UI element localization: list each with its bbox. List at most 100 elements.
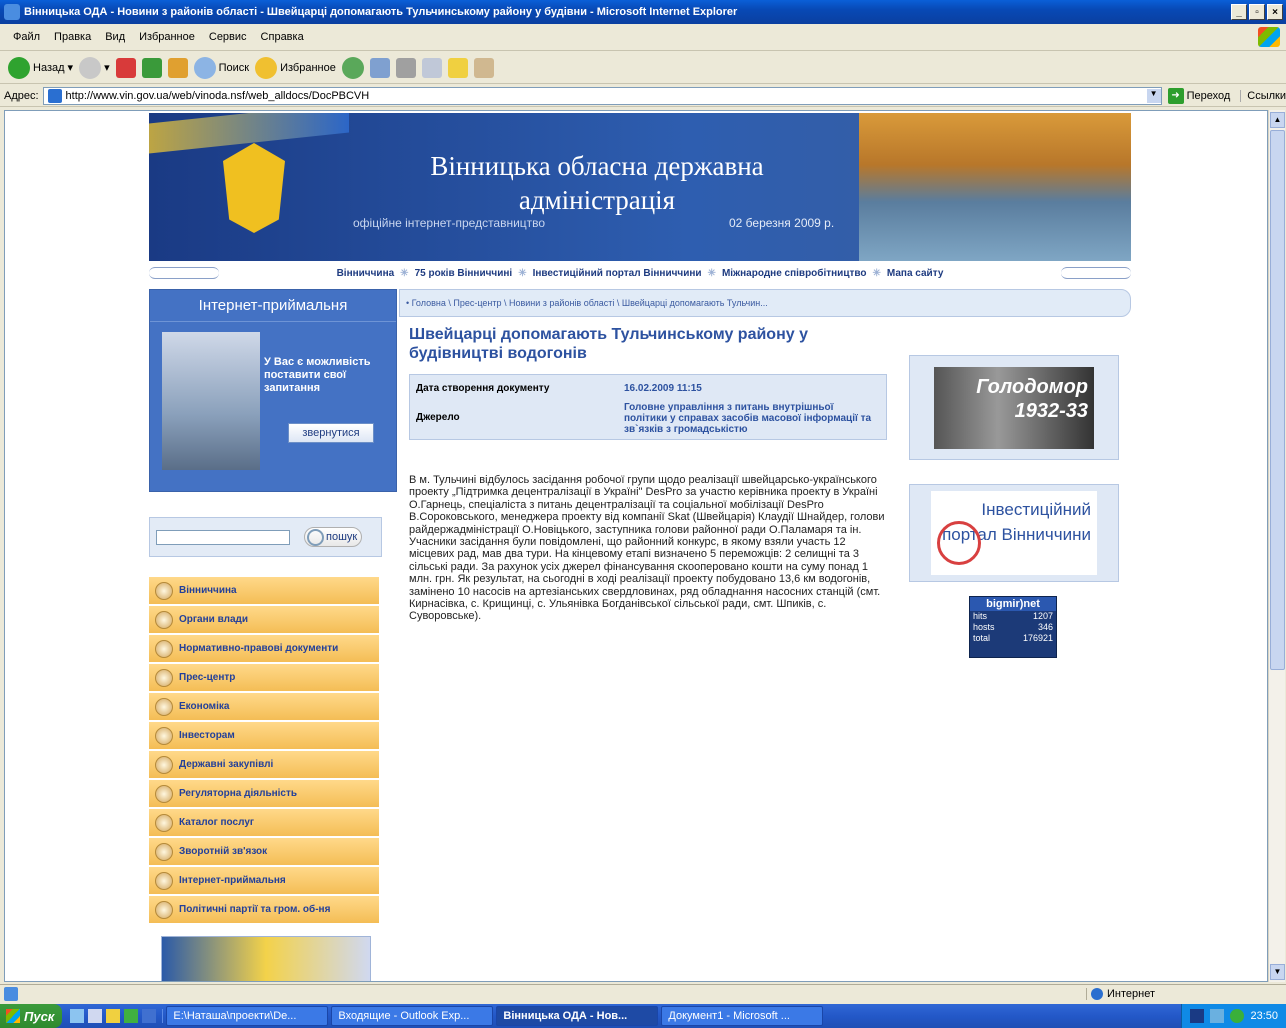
clock: 23:50 [1250,1010,1278,1022]
menu-view[interactable]: Вид [98,31,132,43]
word-launch-icon[interactable] [142,1009,157,1023]
history-icon[interactable] [341,56,364,79]
article-meta: Дата створення документу 16.02.2009 11:1… [409,374,887,440]
save-launch-icon[interactable] [88,1009,103,1023]
stop-icon[interactable] [115,57,136,78]
scroll-thumb[interactable] [1270,130,1285,670]
menu-file[interactable]: Файл [6,31,47,43]
close-button[interactable]: × [1267,4,1283,20]
hearts-logo-icon [937,521,981,565]
investment-portal-banner[interactable]: Інвестиційний портал Вінниччини [909,484,1119,582]
language-icon[interactable] [1190,1009,1205,1023]
scroll-up-arrow[interactable]: ▲ [1270,112,1285,128]
right-column: Голодомор 1932-33 Інвестиційний портал В… [909,355,1119,658]
mail-icon[interactable] [369,57,390,78]
links-button[interactable]: Ссылки [1240,89,1286,102]
menu-item-procurement[interactable]: Державні закупівлі [149,751,379,778]
globe-icon [155,581,173,600]
menu-item-regulatory[interactable]: Регуляторна діяльність [149,780,379,807]
media-launch-icon[interactable] [124,1009,139,1023]
topnav-vinnychchyna[interactable]: Вінниччина [337,268,395,279]
minimize-button[interactable]: _ [1231,4,1247,20]
reception-text: У Вас є можливість поставити свої запита… [264,356,371,394]
menu-item-feedback[interactable]: Зворотній зв'язок [149,838,379,865]
left-column: Інтернет-приймальня У Вас є можливість п… [149,289,397,981]
autumn-lake-photo [859,113,1131,261]
search-button[interactable]: пошук [304,527,362,547]
outlook-launch-icon[interactable] [106,1009,121,1023]
menu-edit[interactable]: Правка [47,31,98,43]
menu-item-vinnychchyna[interactable]: Вінниччина [149,577,379,604]
topnav-investment-portal[interactable]: Інвестиційний портал Вінниччини [533,268,702,279]
research-icon[interactable] [473,57,494,78]
go-button[interactable]: ➜ Переход [1167,87,1230,104]
ornament-right [1061,267,1131,279]
site-search: пошук [149,517,382,557]
edit-icon[interactable] [421,57,442,78]
topnav-sitemap[interactable]: Мапа сайту [887,268,944,279]
start-button[interactable]: Пуск [0,1004,63,1028]
date-label: Дата створення документу [416,383,550,394]
left-menu: Вінниччина Органи влади Нормативно-право… [149,577,379,923]
windows-logo-icon [1258,27,1280,47]
page-viewport[interactable]: Вінницька обласна державна адміністрація… [4,110,1268,982]
antivirus-icon[interactable] [1230,1009,1245,1023]
internet-globe-icon [1091,987,1103,1000]
menu-item-press-center[interactable]: Прес-центр [149,664,379,691]
search-input[interactable] [156,529,290,545]
menu-tools[interactable]: Сервис [202,31,254,43]
menu-item-economy[interactable]: Економіка [149,693,379,720]
menu-item-reception[interactable]: Інтернет-приймальня [149,867,379,894]
folder-icon[interactable] [447,57,468,78]
cart-icon [155,755,173,774]
breadcrumb[interactable]: • Головна \ Прес-центр \ Новини з районі… [399,289,1131,317]
network-icon[interactable] [1210,1009,1225,1023]
back-button[interactable]: Назад ▾ [8,56,73,79]
task-word[interactable]: Документ1 - Microsoft ... [661,1006,824,1026]
ie-launch-icon[interactable] [70,1009,85,1023]
menu-item-services[interactable]: Каталог послуг [149,809,379,836]
address-dropdown[interactable]: ▼ [1146,88,1161,103]
menu-item-parties[interactable]: Політичні партії та гром. об-ня [149,896,379,923]
address-input[interactable]: http://www.vin.gov.ua/web/vinoda.nsf/web… [42,86,1162,105]
coins-icon [155,726,173,745]
at-sign-icon [155,871,173,890]
reception-panel: Інтернет-приймальня У Вас є можливість п… [149,289,397,492]
scroll-down-arrow[interactable]: ▼ [1270,964,1285,980]
refresh-icon[interactable] [141,57,162,78]
task-explorer[interactable]: E:\Наташа\проекти\De... [166,1006,329,1026]
page-icon [47,88,62,103]
counter-hits: 1207 [1032,611,1053,621]
topnav-international[interactable]: Міжнародне співробітництво [722,268,867,279]
home-icon[interactable] [167,57,188,78]
date-value: 16.02.2009 11:15 [624,383,702,394]
article-paragraph-1: В м. Тульчині відбулось засідання робочо… [409,474,885,536]
task-outlook[interactable]: Входящие - Outlook Exp... [331,1006,494,1026]
menu-favorites[interactable]: Избранное [132,31,202,43]
building-icon [155,610,173,629]
holodomor-text: Голодомор 1932-33 [934,366,1094,449]
menu-item-legal-docs[interactable]: Нормативно-правові документи [149,635,379,662]
search-icon [193,56,216,79]
search-button[interactable]: Поиск [193,56,249,79]
windows-flag-icon [6,1009,20,1023]
forward-arrow-icon [79,56,102,79]
president-banner[interactable] [161,936,371,981]
people-icon [155,900,173,919]
maximize-button[interactable]: ▫ [1249,4,1265,20]
menu-item-authorities[interactable]: Органи влади [149,606,379,633]
task-browser[interactable]: Вінницька ОДА - Нов... [496,1006,659,1026]
bigmir-counter[interactable]: bigmir)net hits 1207 hosts 346 total 176921 [969,596,1057,658]
contact-button[interactable]: звернутися [288,423,374,443]
holodomor-banner[interactable]: Голодомор 1932-33 [909,355,1119,460]
favorites-button[interactable]: Избранное [255,56,336,79]
forward-button[interactable]: ▾ [79,56,110,79]
menu-item-investors[interactable]: Інвесторам [149,722,379,749]
reception-title: Інтернет-приймальня [150,290,396,322]
topnav-75-years[interactable]: 75 років Вінниччині [415,268,513,279]
print-icon[interactable] [395,57,416,78]
vertical-scrollbar[interactable]: ▲ ▼ [1268,110,1285,982]
ornament-left [149,267,219,279]
star-icon [255,56,278,79]
menu-help[interactable]: Справка [254,31,311,43]
